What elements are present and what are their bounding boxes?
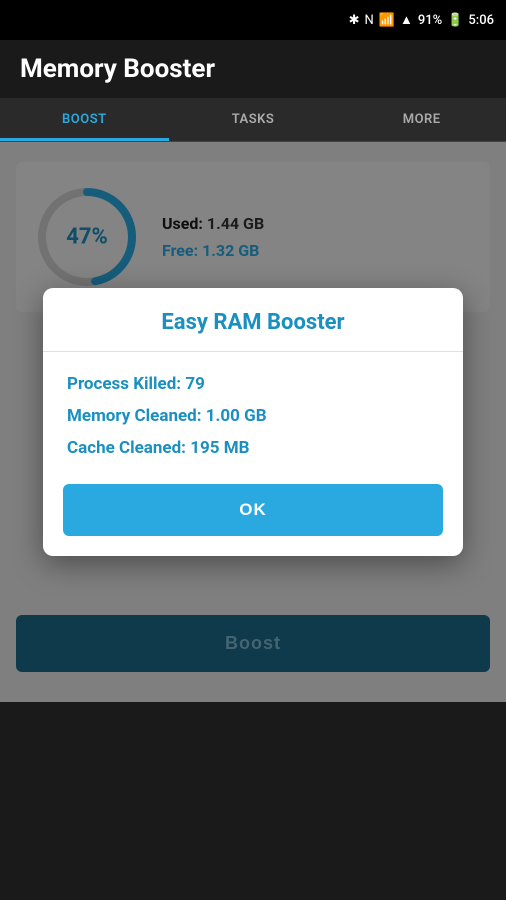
dialog-body: Process Killed: 79 Memory Cleaned: 1.00 … bbox=[43, 352, 463, 468]
dialog-header: Easy RAM Booster bbox=[43, 288, 463, 352]
battery-icon: 🔋 bbox=[447, 13, 463, 28]
dialog-stat-process: Process Killed: 79 bbox=[67, 374, 439, 394]
tab-boost[interactable]: BOOST bbox=[0, 98, 169, 141]
ok-button[interactable]: OK bbox=[63, 484, 443, 536]
dialog-overlay: Easy RAM Booster Process Killed: 79 Memo… bbox=[0, 142, 506, 702]
dialog-actions: OK bbox=[43, 468, 463, 556]
dialog-stat-memory-value: 1.00 GB bbox=[206, 406, 267, 426]
dialog-stat-cache-value: 195 MB bbox=[190, 438, 249, 458]
dialog-stat-cache: Cache Cleaned: 195 MB bbox=[67, 438, 439, 458]
tab-bar: BOOST TASKS MORE bbox=[0, 98, 506, 142]
status-icons: ✱ N 📶 ▲ 91% 🔋 5:06 bbox=[349, 12, 494, 28]
tab-more[interactable]: MORE bbox=[337, 98, 506, 141]
dialog: Easy RAM Booster Process Killed: 79 Memo… bbox=[43, 288, 463, 556]
status-bar: ✱ N 📶 ▲ 91% 🔋 5:06 bbox=[0, 0, 506, 40]
dialog-title: Easy RAM Booster bbox=[161, 310, 344, 335]
signal-icon: ▲ bbox=[400, 12, 413, 28]
dialog-stat-memory: Memory Cleaned: 1.00 GB bbox=[67, 406, 439, 426]
main-content: 47% Used: 1.44 GB Free: 1.32 GB Boost Ea… bbox=[0, 142, 506, 702]
wifi-icon: 📶 bbox=[379, 13, 395, 28]
app-header: Memory Booster bbox=[0, 40, 506, 98]
battery-text: 91% bbox=[418, 13, 442, 28]
bluetooth-icon: ✱ bbox=[349, 13, 360, 28]
dialog-stat-process-value: 79 bbox=[185, 374, 205, 394]
time-display: 5:06 bbox=[468, 13, 494, 28]
app-title: Memory Booster bbox=[20, 54, 215, 84]
tab-tasks[interactable]: TASKS bbox=[169, 98, 338, 141]
n-signal-icon: N bbox=[365, 13, 374, 28]
